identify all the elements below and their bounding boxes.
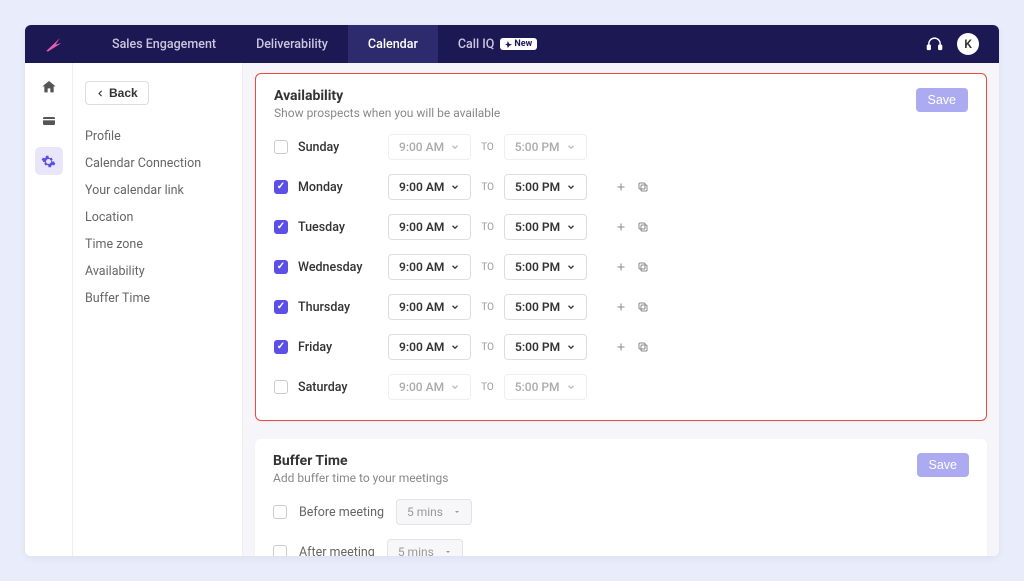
day-checkbox[interactable] — [274, 260, 288, 274]
end-time-select: 5:00 PM — [504, 374, 587, 400]
menu-location[interactable]: Location — [85, 204, 242, 231]
copy-day-button[interactable] — [637, 301, 649, 313]
end-time-select[interactable]: 5:00 PM — [504, 214, 587, 240]
day-row: Tuesday 9:00 AM TO 5:00 PM — [274, 214, 968, 240]
start-time-select[interactable]: 9:00 AM — [388, 294, 471, 320]
home-icon[interactable] — [41, 79, 57, 95]
day-row-actions — [615, 341, 649, 353]
end-time-select[interactable]: 5:00 PM — [504, 294, 587, 320]
day-row: Thursday 9:00 AM TO 5:00 PM — [274, 294, 968, 320]
back-button[interactable]: Back — [85, 81, 149, 105]
day-row: Saturday 9:00 AM TO 5:00 PM — [274, 374, 968, 400]
day-checkbox[interactable] — [274, 380, 288, 394]
top-nav: Sales Engagement Deliverability Calendar… — [25, 25, 999, 63]
after-meeting-label: After meeting — [299, 545, 375, 557]
day-checkbox[interactable] — [274, 140, 288, 154]
menu-availability[interactable]: Availability — [85, 258, 242, 285]
end-time-select[interactable]: 5:00 PM — [504, 334, 587, 360]
day-checkbox[interactable] — [274, 340, 288, 354]
day-checkbox[interactable] — [274, 220, 288, 234]
availability-card: Availability Show prospects when you wil… — [255, 73, 987, 421]
card-icon[interactable] — [41, 113, 57, 129]
copy-day-button[interactable] — [637, 181, 649, 193]
to-label: TO — [481, 222, 494, 233]
after-meeting-checkbox[interactable] — [273, 545, 287, 556]
day-checkbox[interactable] — [274, 180, 288, 194]
menu-calendar-connection[interactable]: Calendar Connection — [85, 150, 242, 177]
day-name: Thursday — [298, 300, 378, 315]
menu-your-calendar-link[interactable]: Your calendar link — [85, 177, 242, 204]
app-logo — [45, 36, 62, 53]
day-checkbox[interactable] — [274, 300, 288, 314]
copy-day-button[interactable] — [637, 261, 649, 273]
to-label: TO — [481, 182, 494, 193]
settings-sidebar: Back Profile Calendar Connection Your ca… — [73, 63, 243, 556]
menu-profile[interactable]: Profile — [85, 123, 242, 150]
main-content: Availability Show prospects when you wil… — [243, 63, 999, 556]
support-headset-icon[interactable] — [926, 36, 943, 53]
nav-call-iq-label: Call IQ — [458, 37, 495, 52]
availability-subtitle: Show prospects when you will be availabl… — [274, 106, 500, 120]
day-name: Sunday — [298, 140, 378, 155]
day-row-actions — [615, 301, 649, 313]
menu-time-zone[interactable]: Time zone — [85, 231, 242, 258]
buffer-time-card: Buffer Time Add buffer time to your meet… — [255, 439, 987, 556]
day-row: Sunday 9:00 AM TO 5:00 PM — [274, 134, 968, 160]
availability-save-button[interactable]: Save — [916, 88, 969, 112]
to-label: TO — [481, 302, 494, 313]
end-time-select[interactable]: 5:00 PM — [504, 254, 587, 280]
start-time-select[interactable]: 9:00 AM — [388, 174, 471, 200]
day-name: Wednesday — [298, 260, 378, 275]
nav-sales-engagement[interactable]: Sales Engagement — [92, 25, 236, 63]
add-interval-button[interactable] — [615, 301, 627, 313]
add-interval-button[interactable] — [615, 341, 627, 353]
copy-day-button[interactable] — [637, 221, 649, 233]
settings-icon[interactable] — [35, 147, 63, 175]
day-row: Friday 9:00 AM TO 5:00 PM — [274, 334, 968, 360]
end-time-select[interactable]: 5:00 PM — [504, 174, 587, 200]
left-rail — [25, 63, 73, 556]
before-meeting-select[interactable]: 5 mins — [396, 499, 472, 525]
nav-call-iq[interactable]: Call IQ New — [438, 25, 557, 63]
after-meeting-select[interactable]: 5 mins — [387, 539, 463, 556]
back-label: Back — [109, 86, 138, 100]
to-label: TO — [481, 262, 494, 273]
before-meeting-label: Before meeting — [299, 505, 384, 520]
day-row: Wednesday 9:00 AM TO 5:00 PM — [274, 254, 968, 280]
day-name: Friday — [298, 340, 378, 355]
buffer-subtitle: Add buffer time to your meetings — [273, 471, 448, 485]
day-name: Saturday — [298, 380, 378, 395]
before-meeting-checkbox[interactable] — [273, 505, 287, 519]
buffer-save-button[interactable]: Save — [917, 453, 970, 477]
start-time-select[interactable]: 9:00 AM — [388, 254, 471, 280]
day-row-actions — [615, 181, 649, 193]
start-time-select[interactable]: 9:00 AM — [388, 334, 471, 360]
add-interval-button[interactable] — [615, 261, 627, 273]
to-label: TO — [481, 382, 494, 393]
day-name: Tuesday — [298, 220, 378, 235]
start-time-select: 9:00 AM — [388, 374, 471, 400]
nav-deliverability[interactable]: Deliverability — [236, 25, 348, 63]
add-interval-button[interactable] — [615, 181, 627, 193]
copy-day-button[interactable] — [637, 341, 649, 353]
day-name: Monday — [298, 180, 378, 195]
nav-calendar[interactable]: Calendar — [348, 25, 438, 63]
new-badge: New — [500, 38, 537, 50]
to-label: TO — [481, 342, 494, 353]
menu-buffer-time[interactable]: Buffer Time — [85, 285, 242, 312]
start-time-select: 9:00 AM — [388, 134, 471, 160]
availability-title: Availability — [274, 88, 500, 104]
end-time-select: 5:00 PM — [504, 134, 587, 160]
buffer-title: Buffer Time — [273, 453, 448, 469]
to-label: TO — [481, 142, 494, 153]
day-row-actions — [615, 221, 649, 233]
day-row-actions — [615, 261, 649, 273]
day-row: Monday 9:00 AM TO 5:00 PM — [274, 174, 968, 200]
start-time-select[interactable]: 9:00 AM — [388, 214, 471, 240]
add-interval-button[interactable] — [615, 221, 627, 233]
user-avatar[interactable]: K — [957, 33, 979, 55]
